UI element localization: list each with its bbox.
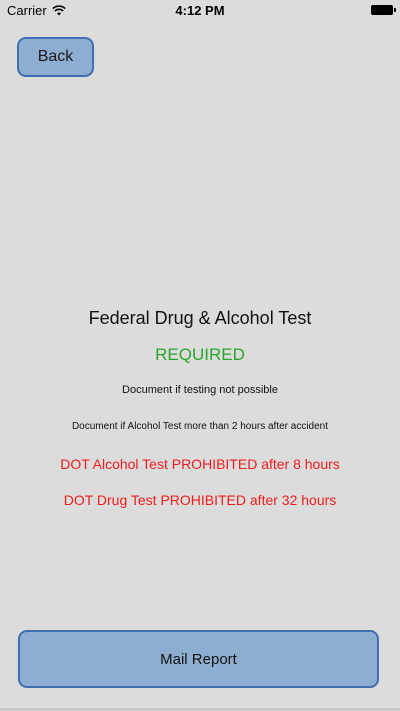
required-status: REQUIRED — [155, 345, 245, 364]
mail-report-button[interactable]: Mail Report — [18, 630, 379, 688]
warning-drug-prohibited: DOT Drug Test PROHIBITED after 32 hours — [63, 492, 337, 508]
status-time: 4:12 PM — [175, 3, 225, 18]
status-bar: Carrier 4:12 PM — [0, 0, 400, 22]
page-title: Federal Drug & Alcohol Test — [88, 308, 312, 328]
back-button[interactable]: Back — [17, 37, 94, 77]
note-testing-not-possible: Document if testing not possible — [122, 384, 278, 396]
note-alcohol-test-late: Document if Alcohol Test more than 2 hou… — [71, 421, 329, 432]
warning-alcohol-prohibited: DOT Alcohol Test PROHIBITED after 8 hour… — [60, 456, 340, 472]
battery-icon — [371, 5, 396, 15]
